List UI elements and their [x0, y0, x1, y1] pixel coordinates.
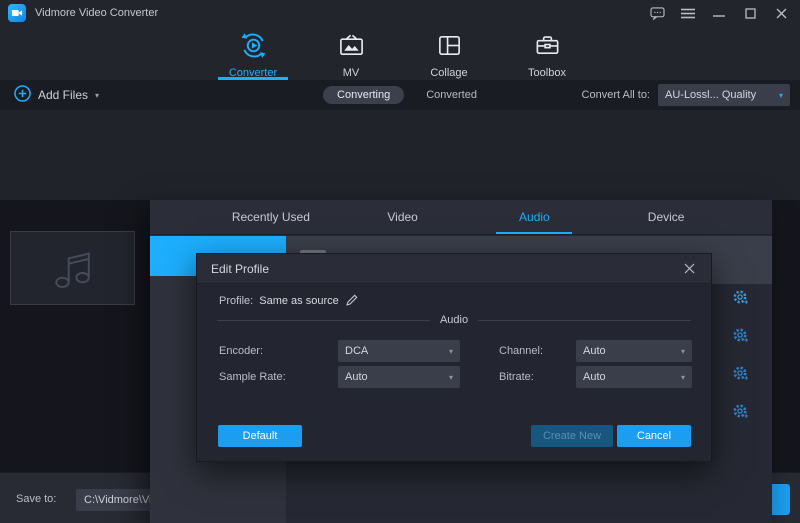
channel-select[interactable]: Auto ▾ [576, 340, 692, 362]
converter-icon [240, 32, 267, 62]
profile-name-row: Profile: Same as source [219, 294, 358, 307]
nav-tab-converter[interactable]: Converter [215, 28, 291, 80]
bitrate-label: Bitrate: [499, 371, 534, 383]
queue-tabs: Converting Converted [0, 86, 800, 104]
section-title: Audio [440, 314, 468, 326]
profile-label: Profile: [219, 295, 253, 307]
gear-icon[interactable] [732, 365, 749, 382]
nav-tab-label: MV [343, 67, 360, 79]
nav-tab-label: Converter [229, 67, 277, 79]
chevron-down-icon: ▾ [681, 347, 685, 356]
nav-tab-collage[interactable]: Collage [411, 28, 487, 80]
channel-label: Channel: [499, 345, 543, 357]
chevron-down-icon: ▾ [449, 373, 453, 382]
tab-video[interactable]: Video [337, 200, 469, 234]
app-header: Vidmore Video Converter [0, 0, 800, 80]
edit-profile-name-icon[interactable] [345, 294, 358, 307]
bitrate-value: Auto [583, 371, 606, 383]
dialog-title: Edit Profile [211, 262, 269, 276]
chevron-down-icon: ▾ [681, 373, 685, 382]
gear-icon[interactable] [732, 327, 749, 344]
close-button[interactable] [770, 4, 792, 22]
media-thumbnail [10, 231, 135, 305]
gear-icon[interactable] [732, 289, 749, 306]
music-note-icon [51, 245, 95, 291]
main-nav: Converter MV [0, 28, 800, 80]
feedback-icon[interactable] [646, 4, 668, 22]
sample-rate-label: Sample Rate: [219, 371, 286, 383]
file-row: Source: Funny Cal...ggers.mp3 i | 00:14:… [0, 110, 800, 200]
chevron-down-icon: ▾ [449, 347, 453, 356]
gear-icon[interactable] [732, 403, 749, 420]
cancel-button[interactable]: Cancel [617, 425, 691, 447]
divider [478, 320, 691, 321]
collage-icon [436, 32, 463, 62]
app-window: Vidmore Video Converter [0, 0, 800, 523]
minimize-button[interactable] [708, 4, 730, 22]
default-button[interactable]: Default [218, 425, 302, 447]
dialog-header: Edit Profile [197, 254, 711, 284]
title-bar: Vidmore Video Converter [0, 0, 800, 26]
edit-profile-dialog: Edit Profile Profile: Same as source Aud… [196, 253, 712, 462]
tab-recently-used[interactable]: Recently Used [205, 200, 337, 234]
profile-panel-tabs: Recently Used Video Audio Device [150, 200, 772, 235]
app-logo-icon [8, 4, 26, 22]
encoder-select[interactable]: DCA ▾ [338, 340, 460, 362]
tab-converted[interactable]: Converted [426, 89, 477, 101]
tab-device[interactable]: Device [600, 200, 732, 234]
divider [217, 320, 430, 321]
encoder-label: Encoder: [219, 345, 263, 357]
sample-rate-select[interactable]: Auto ▾ [338, 366, 460, 388]
nav-tab-label: Toolbox [528, 67, 566, 79]
app-title: Vidmore Video Converter [35, 7, 158, 19]
nav-tab-label: Collage [430, 67, 467, 79]
bitrate-select[interactable]: Auto ▾ [576, 366, 692, 388]
encoder-value: DCA [345, 345, 368, 357]
mv-icon [338, 32, 365, 62]
tab-audio[interactable]: Audio [469, 200, 601, 234]
toolbar: Add Files ▾ Converting Converted Convert… [0, 80, 800, 110]
profile-value: Same as source [259, 295, 338, 307]
tab-converting[interactable]: Converting [323, 86, 404, 104]
audio-section-header: Audio [217, 314, 691, 326]
nav-tab-toolbox[interactable]: Toolbox [509, 28, 585, 80]
maximize-button[interactable] [739, 4, 761, 22]
toolbox-icon [534, 32, 561, 62]
save-to-label: Save to: [16, 493, 56, 505]
sample-rate-value: Auto [345, 371, 368, 383]
dialog-close-button[interactable] [681, 261, 697, 277]
nav-tab-mv[interactable]: MV [313, 28, 389, 80]
channel-value: Auto [583, 345, 606, 357]
create-new-button[interactable]: Create New [531, 425, 613, 447]
menu-icon[interactable] [677, 4, 699, 22]
